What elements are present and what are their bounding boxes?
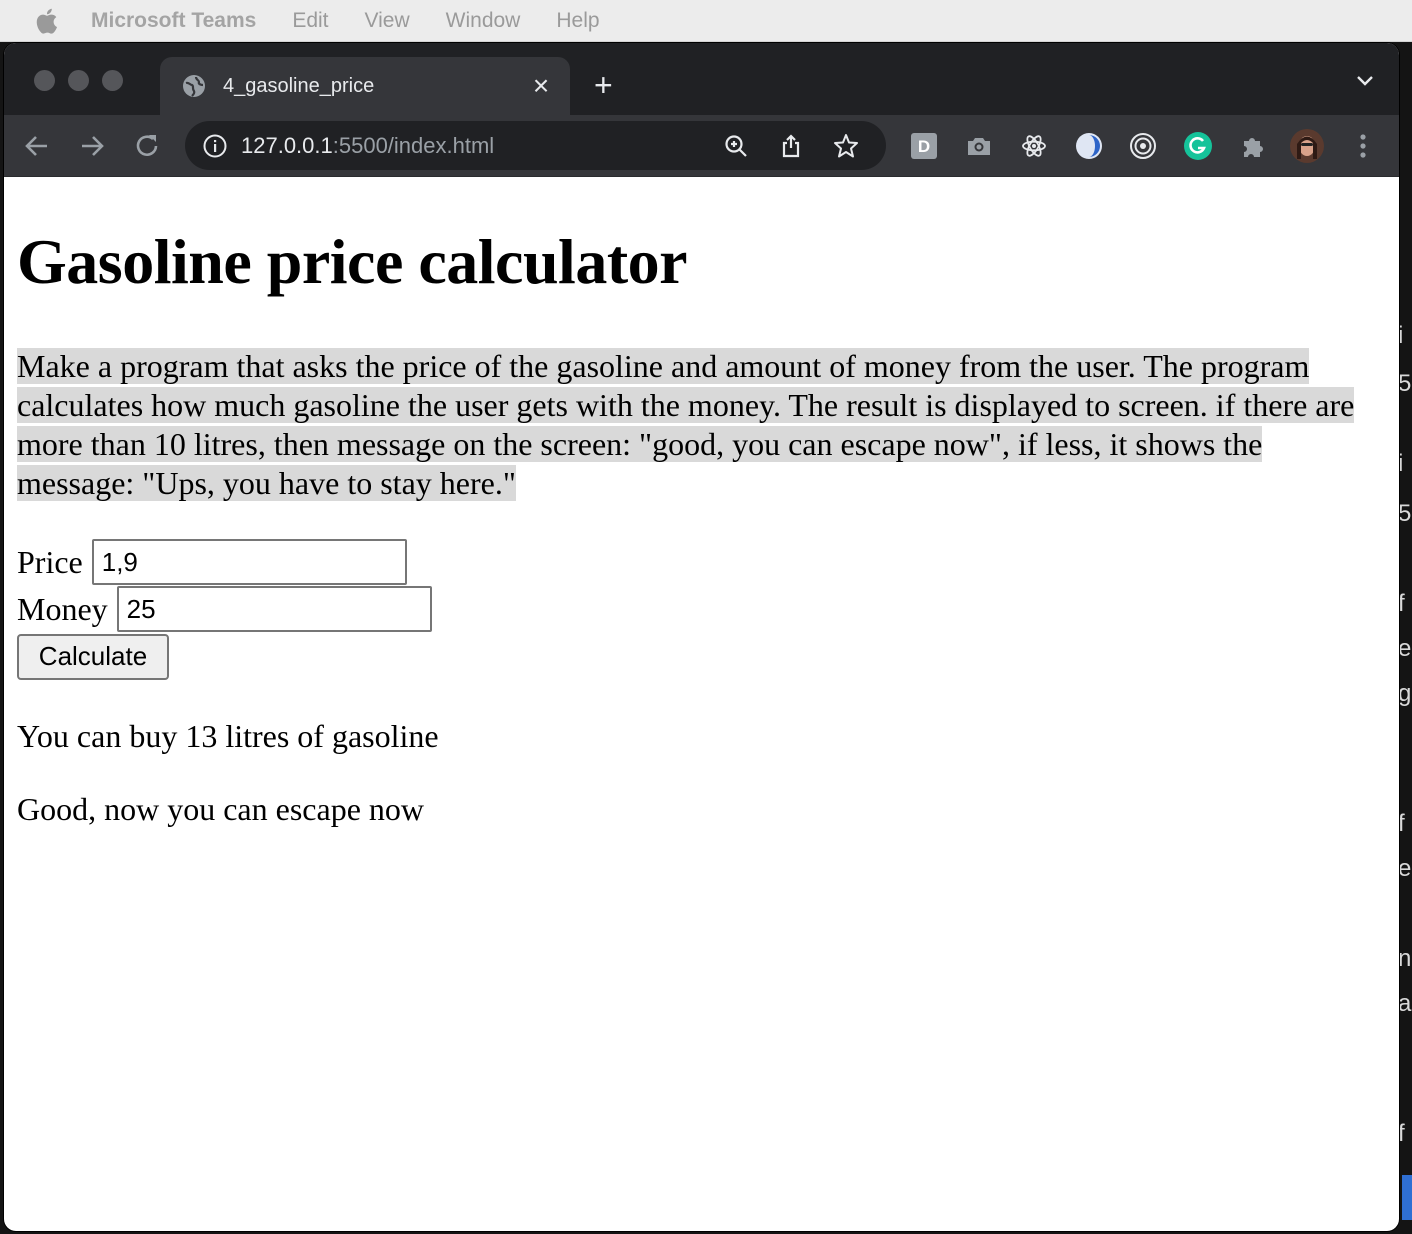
tab-strip: 4_gasoline_price × +: [4, 43, 1399, 115]
url-host: 127.0.0.1: [241, 132, 333, 158]
globe-icon: [183, 75, 205, 97]
window-controls: [34, 70, 123, 91]
forward-arrow-icon[interactable]: [77, 131, 107, 161]
apple-icon[interactable]: [33, 7, 59, 35]
background-window-accent: [1402, 1175, 1412, 1220]
browser-toolbar: 127.0.0.1:5500/index.html D: [4, 115, 1399, 177]
result-text: You can buy 13 litres of gasoline: [17, 717, 439, 754]
back-arrow-icon[interactable]: [22, 131, 52, 161]
browser-window: 4_gasoline_price × + 127.0.0.1:5500/inde…: [4, 43, 1399, 1231]
background-window-edge: i 5 i 5 f e g f e n a f: [1398, 322, 1412, 1147]
extension-d-icon[interactable]: D: [909, 131, 939, 161]
tab-active[interactable]: 4_gasoline_price ×: [160, 57, 570, 115]
zoom-window-button[interactable]: [102, 70, 123, 91]
price-input[interactable]: [91, 539, 407, 586]
money-row: Money: [17, 586, 1386, 633]
menu-app-name[interactable]: Microsoft Teams: [91, 9, 256, 33]
grammarly-icon[interactable]: [1183, 131, 1213, 161]
money-label: Money: [17, 590, 108, 627]
minimize-window-button[interactable]: [68, 70, 89, 91]
url-text[interactable]: 127.0.0.1:5500/index.html: [241, 133, 721, 159]
puzzle-extensions-icon[interactable]: [1238, 131, 1268, 161]
close-tab-icon[interactable]: ×: [526, 72, 556, 100]
zoom-icon[interactable]: [721, 131, 751, 161]
new-tab-icon[interactable]: +: [594, 69, 613, 101]
close-window-button[interactable]: [34, 70, 55, 91]
page-title: Gasoline price calculator: [17, 226, 688, 297]
target-extension-icon[interactable]: [1128, 131, 1158, 161]
result-message: Good, now you can escape now: [17, 790, 424, 827]
menu-help[interactable]: Help: [556, 9, 599, 33]
profile-avatar[interactable]: [1290, 129, 1324, 163]
menu-view[interactable]: View: [365, 9, 410, 33]
reload-icon[interactable]: [132, 131, 162, 161]
menu-window[interactable]: Window: [446, 9, 521, 33]
tab-title: 4_gasoline_price: [223, 74, 375, 97]
chevron-down-icon[interactable]: [1355, 73, 1375, 87]
extension-d-letter: D: [918, 137, 930, 156]
description-text: Make a program that asks the price of th…: [17, 347, 1355, 501]
react-devtools-icon[interactable]: [1019, 131, 1049, 161]
menu-edit[interactable]: Edit: [292, 9, 328, 33]
price-row: Price: [17, 539, 1386, 586]
info-icon[interactable]: [202, 133, 228, 159]
macos-menubar: Microsoft Teams Edit View Window Help: [0, 0, 1412, 42]
camera-icon[interactable]: [964, 131, 994, 161]
calculate-button[interactable]: Calculate: [17, 633, 169, 680]
url-path: :5500/index.html: [332, 132, 495, 158]
price-label: Price: [17, 543, 83, 580]
address-bar[interactable]: 127.0.0.1:5500/index.html: [185, 121, 886, 170]
money-input[interactable]: [116, 586, 432, 633]
circle-extension-icon[interactable]: [1074, 131, 1104, 161]
page-content: Gasoline price calculator Make a program…: [4, 225, 1399, 827]
bookmark-star-icon[interactable]: [831, 131, 861, 161]
share-icon[interactable]: [776, 131, 806, 161]
description-paragraph: Make a program that asks the price of th…: [17, 347, 1387, 503]
kebab-menu-icon[interactable]: [1348, 131, 1378, 161]
